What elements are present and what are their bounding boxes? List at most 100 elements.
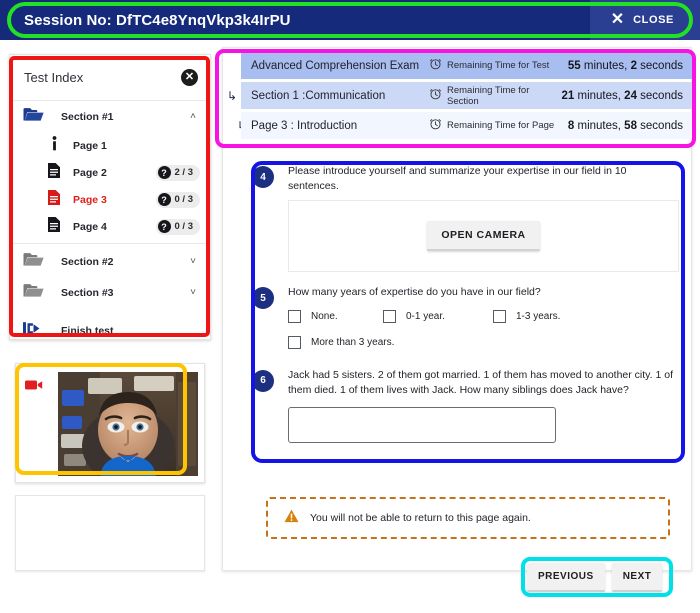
- chevron-down-icon: ˅: [190, 287, 196, 298]
- question-4: 4 Please introduce yourself and summariz…: [252, 164, 679, 273]
- checkbox-option-0-1-year[interactable]: 0-1 year.: [383, 309, 493, 323]
- exam-title: Advanced Comprehension Exam: [251, 59, 420, 72]
- video-camera-icon: [25, 378, 43, 396]
- sidebar-section-1-label: Section #1: [61, 110, 114, 123]
- question-mark-icon: ?: [157, 220, 171, 233]
- arrow-down-right-icon: ↳: [226, 88, 238, 103]
- timer-page-value: 8 minutes, 58 seconds: [568, 120, 683, 132]
- sidebar-item-page-3-label: Page 3: [73, 193, 107, 206]
- main-content-card: Advanced Comprehension Exam Remaining Ti…: [222, 47, 693, 571]
- previous-button[interactable]: PREVIOUS: [527, 563, 605, 592]
- timer-test-seconds-unit: seconds: [636, 59, 683, 72]
- timer-row-test: Advanced Comprehension Exam Remaining Ti…: [223, 52, 693, 79]
- question-4-number: 4: [252, 166, 274, 188]
- checkbox-more-than-3-years-label: More than 3 years.: [311, 336, 395, 348]
- sidebar-section-2-label: Section #2: [61, 255, 114, 268]
- folder-closed-icon: [23, 283, 45, 303]
- sidebar-item-page-2-label: Page 2: [73, 166, 107, 179]
- warning-text: You will not be able to return to this p…: [310, 512, 531, 524]
- question-6-number: 6: [252, 369, 274, 392]
- document-icon-red: [46, 189, 62, 210]
- page-title: Test Index: [24, 70, 84, 85]
- status-badge: ? 0 / 3: [155, 191, 200, 208]
- timers-panel: Advanced Comprehension Exam Remaining Ti…: [223, 52, 693, 142]
- alarm-clock-icon: [429, 87, 442, 105]
- divider: [10, 243, 210, 244]
- question-6-answer-input[interactable]: [288, 407, 556, 444]
- next-button[interactable]: NEXT: [611, 563, 663, 592]
- question-4-camera-area: OPEN CAMERA: [288, 200, 679, 273]
- page-subtitle: Page 3 : Introduction: [251, 119, 358, 132]
- navigation-buttons: PREVIOUS NEXT: [527, 563, 663, 592]
- checkbox-option-1-3-years[interactable]: 1-3 years.: [493, 309, 561, 323]
- page-2-score: 2 / 3: [174, 167, 194, 178]
- chevron-up-icon: ˄: [190, 111, 196, 122]
- open-camera-button[interactable]: OPEN CAMERA: [427, 221, 540, 252]
- webcam-video-feed[interactable]: [58, 372, 198, 476]
- timer-section-seconds: 24: [624, 89, 637, 102]
- sidebar-section-2[interactable]: Section #2 ˅: [10, 246, 210, 277]
- sidebar-section-1[interactable]: Section #1 ˄: [10, 101, 210, 132]
- timer-page-seconds: 58: [624, 119, 637, 132]
- sidebar-item-page-4-label: Page 4: [73, 220, 107, 233]
- close-icon: ✕: [610, 11, 625, 28]
- sidebar-item-page-3[interactable]: Page 3 ? 0 / 3: [10, 186, 210, 213]
- question-6-text: Jack had 5 sisters. 2 of them got marrie…: [288, 368, 673, 396]
- arrow-down-right-icon: ↳: [223, 119, 247, 133]
- timer-section-minutes-unit: minutes,: [574, 89, 625, 102]
- timer-test-minutes-unit: minutes,: [580, 59, 631, 72]
- close-index-icon[interactable]: ✕: [181, 69, 198, 86]
- checkbox-0-1-year-label: 0-1 year.: [406, 310, 445, 322]
- sidebar-item-page-1[interactable]: Page 1: [10, 132, 210, 159]
- sidebar-section-3[interactable]: Section #3 ˅: [10, 277, 210, 308]
- question-4-text: Please introduce yourself and summarize …: [288, 165, 627, 193]
- info-icon: [46, 135, 62, 156]
- question-5: 5 How many years of expertise do you hav…: [252, 285, 679, 361]
- question-mark-icon: ?: [157, 166, 171, 179]
- alarm-clock-icon: [429, 57, 442, 75]
- chevron-down-icon: ˅: [190, 256, 196, 267]
- checkbox-0-1-year[interactable]: [383, 309, 396, 323]
- timer-test-label: Remaining Time for Test: [447, 60, 550, 71]
- sidebar-item-page-4[interactable]: Page 4 ? 0 / 3: [10, 213, 210, 240]
- timer-section-label: Remaining Time for Section: [447, 84, 530, 107]
- timer-page-label: Remaining Time for Page: [447, 120, 555, 131]
- question-5-options: None. 0-1 year. 1-3 years. More than 3 y…: [288, 309, 679, 349]
- checkbox-1-3-years[interactable]: [493, 309, 506, 323]
- alarm-clock-icon: [429, 117, 442, 135]
- timer-row-section: ↳ Section 1 :Communication Remaining Tim…: [223, 82, 693, 109]
- session-info-box: Session No: DfTC4e8YnqVkp3k4IrPU ✕ CLOSE: [12, 5, 688, 35]
- sidebar-item-page-2[interactable]: Page 2 ? 2 / 3: [10, 159, 210, 186]
- question-5-options-row-2: More than 3 years.: [288, 335, 679, 349]
- page-4-score: 0 / 3: [174, 221, 194, 232]
- close-button[interactable]: ✕ CLOSE: [611, 12, 676, 28]
- finish-test-button[interactable]: Finish test: [10, 314, 210, 348]
- page-3-score: 0 / 3: [174, 194, 194, 205]
- sidebar-item-page-1-label: Page 1: [73, 139, 107, 152]
- test-index-header: Test Index ✕: [10, 55, 210, 101]
- webcam-preview-card: [15, 363, 205, 483]
- checkbox-1-3-years-label: 1-3 years.: [516, 310, 561, 322]
- checkbox-none[interactable]: [288, 309, 301, 323]
- checkbox-more-than-3-years[interactable]: [288, 335, 301, 349]
- checkbox-option-more-than-3-years[interactable]: More than 3 years.: [288, 335, 395, 349]
- left-secondary-card: [15, 495, 205, 571]
- timer-section-minutes: 21: [561, 89, 575, 102]
- timer-test-value: 55 minutes, 2 seconds: [568, 60, 683, 72]
- timer-test-minutes: 55: [567, 59, 581, 72]
- question-5-number: 5: [252, 287, 274, 310]
- timer-page-seconds-unit: seconds: [636, 119, 683, 132]
- warning-banner: You will not be able to return to this p…: [266, 497, 670, 539]
- warning-triangle-icon: [284, 509, 299, 528]
- questions-panel: 4 Please introduce yourself and summariz…: [252, 164, 679, 459]
- document-icon: [46, 162, 62, 183]
- timer-page-minutes-unit: minutes,: [574, 119, 625, 132]
- finish-test-label: Finish test: [61, 325, 114, 337]
- checkbox-none-label: None.: [311, 310, 338, 322]
- close-button-label: CLOSE: [633, 14, 674, 26]
- exit-icon: [23, 321, 45, 341]
- status-badge: ? 0 / 3: [155, 218, 200, 235]
- question-mark-icon: ?: [157, 193, 171, 206]
- checkbox-option-none[interactable]: None.: [288, 309, 383, 323]
- session-header-bar: Session No: DfTC4e8YnqVkp3k4IrPU ✕ CLOSE: [0, 0, 700, 40]
